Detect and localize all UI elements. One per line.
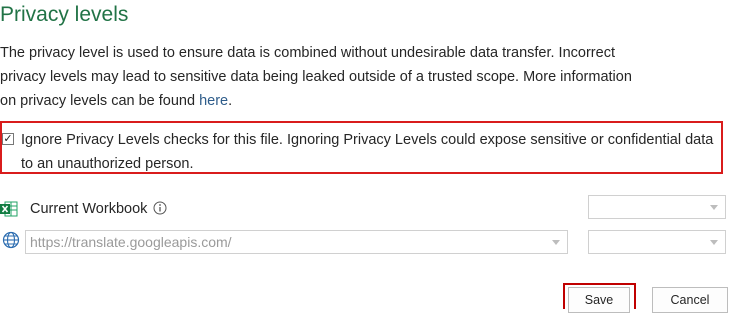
ignore-privacy-label-line-2: to an unauthorized person. [21, 156, 194, 172]
page-title: Privacy levels [0, 3, 129, 26]
description-line-3-text: on privacy levels can be found [0, 93, 200, 109]
save-button[interactable]: Save [568, 287, 630, 313]
web-source-url-dropdown[interactable]: https://translate.googleapis.com/ [25, 230, 568, 254]
help-link[interactable]: here [199, 93, 228, 109]
ignore-privacy-label-line-1: Ignore Privacy Levels checks for this fi… [21, 132, 714, 148]
source-current-workbook: Current Workbook [30, 199, 167, 219]
description-line-3: on privacy levels can be found here. [0, 89, 720, 113]
info-icon[interactable] [153, 201, 167, 215]
cancel-button[interactable]: Cancel [652, 287, 728, 313]
workbook-privacy-level-dropdown[interactable] [588, 195, 726, 219]
description-line-1: The privacy level is used to ensure data… [0, 45, 615, 61]
web-privacy-level-dropdown[interactable] [588, 230, 726, 254]
description-line-2: privacy levels may lead to sensitive dat… [0, 69, 632, 85]
chevron-down-icon [710, 240, 718, 245]
ignore-privacy-checkbox[interactable]: ✓ [2, 133, 14, 145]
ignore-privacy-label[interactable]: Ignore Privacy Levels checks for this fi… [21, 128, 721, 176]
privacy-description: The privacy level is used to ensure data… [0, 41, 720, 113]
web-source-url: https://translate.googleapis.com/ [30, 234, 232, 250]
description-line-3-end: . [228, 93, 233, 109]
globe-icon [2, 231, 20, 249]
chevron-down-icon [552, 240, 560, 245]
source-name: Current Workbook [30, 201, 148, 217]
chevron-down-icon [710, 205, 718, 210]
excel-icon [0, 201, 18, 217]
